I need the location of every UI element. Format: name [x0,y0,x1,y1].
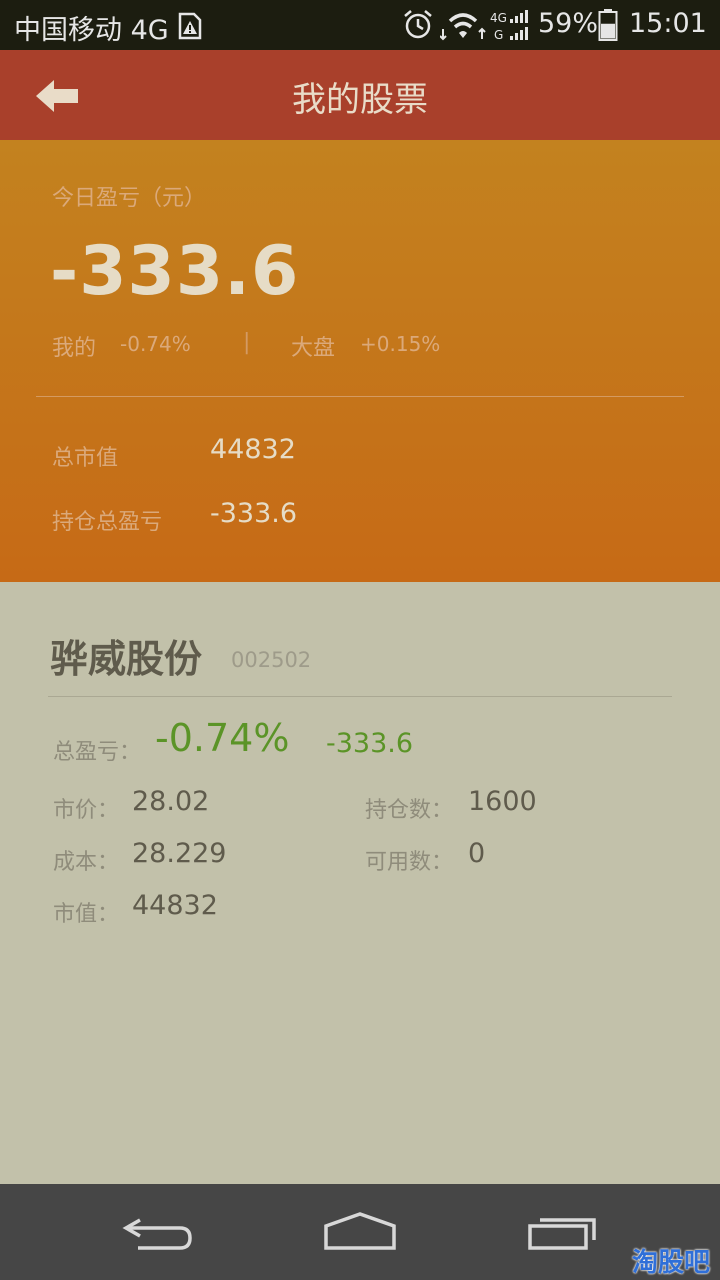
alarm-icon [404,10,432,39]
position-pnl-value: -333.6 [210,498,298,529]
carrier-label: 中国移动 4G [14,15,169,46]
stock-code: 002502 [231,648,312,672]
total-pnl-percent: -0.74% [155,716,290,760]
home-icon[interactable] [318,1210,402,1254]
battery-percent: 59% [538,8,599,39]
cost-value: 28.229 [132,838,227,869]
back-icon[interactable] [120,1212,200,1256]
summary-divider [36,396,684,397]
status-bar: 中国移动 4G 4G G 59% 15:01 [0,0,720,50]
holding-value: 1600 [468,786,537,817]
market-change-label: 大盘 [291,336,336,361]
today-pnl-label: 今日盈亏（元） [52,186,207,211]
holding-label: 持仓数： [365,798,454,823]
stock-name: 骅威股份 [50,637,203,681]
screen: 中国移动 4G 4G G 59% 15:01 我的股票 今日盈亏（元） -333… [0,0,720,1280]
available-label: 可用数： [365,850,454,875]
market-value-value: 44832 [132,890,218,921]
wifi-icon [440,13,486,41]
sim-warning-icon [178,12,202,40]
market-value-label: 市值： [53,902,120,927]
market-change-value: +0.15% [360,332,441,356]
today-pnl-value: -333.6 [50,232,300,311]
price-label: 市价： [53,798,120,823]
title-bar: 我的股票 [0,50,720,140]
svg-text:4G: 4G [490,11,507,25]
navigation-bar: 淘股吧 [0,1184,720,1280]
cost-label: 成本： [53,850,120,875]
price-value: 28.02 [132,786,210,817]
total-pnl-label: 总盈亏： [53,740,142,765]
page-title: 我的股票 [292,80,428,120]
total-pnl-amount: -333.6 [326,728,414,759]
signal-4g-icon: 4G G [490,10,528,42]
clock: 15:01 [629,8,707,39]
total-market-value-label: 总市值 [52,446,119,471]
total-market-value: 44832 [210,434,296,465]
available-value: 0 [468,838,486,869]
battery-icon [598,9,618,41]
position-pnl-label: 持仓总盈亏 [52,510,163,535]
my-change-label: 我的 [52,336,97,361]
stock-divider [48,696,672,697]
recent-apps-icon[interactable] [524,1210,604,1254]
separator: | [243,330,251,355]
my-change-value: -0.74% [120,332,191,356]
svg-text:G: G [494,28,503,42]
portfolio-summary: 今日盈亏（元） -333.6 我的 -0.74% | 大盘 +0.15% 总市值… [0,140,720,582]
watermark-logo: 淘股吧 [631,1248,710,1278]
stock-card[interactable]: 骅威股份 002502 总盈亏： -0.74% -333.6 市价： 28.02… [0,582,720,1184]
